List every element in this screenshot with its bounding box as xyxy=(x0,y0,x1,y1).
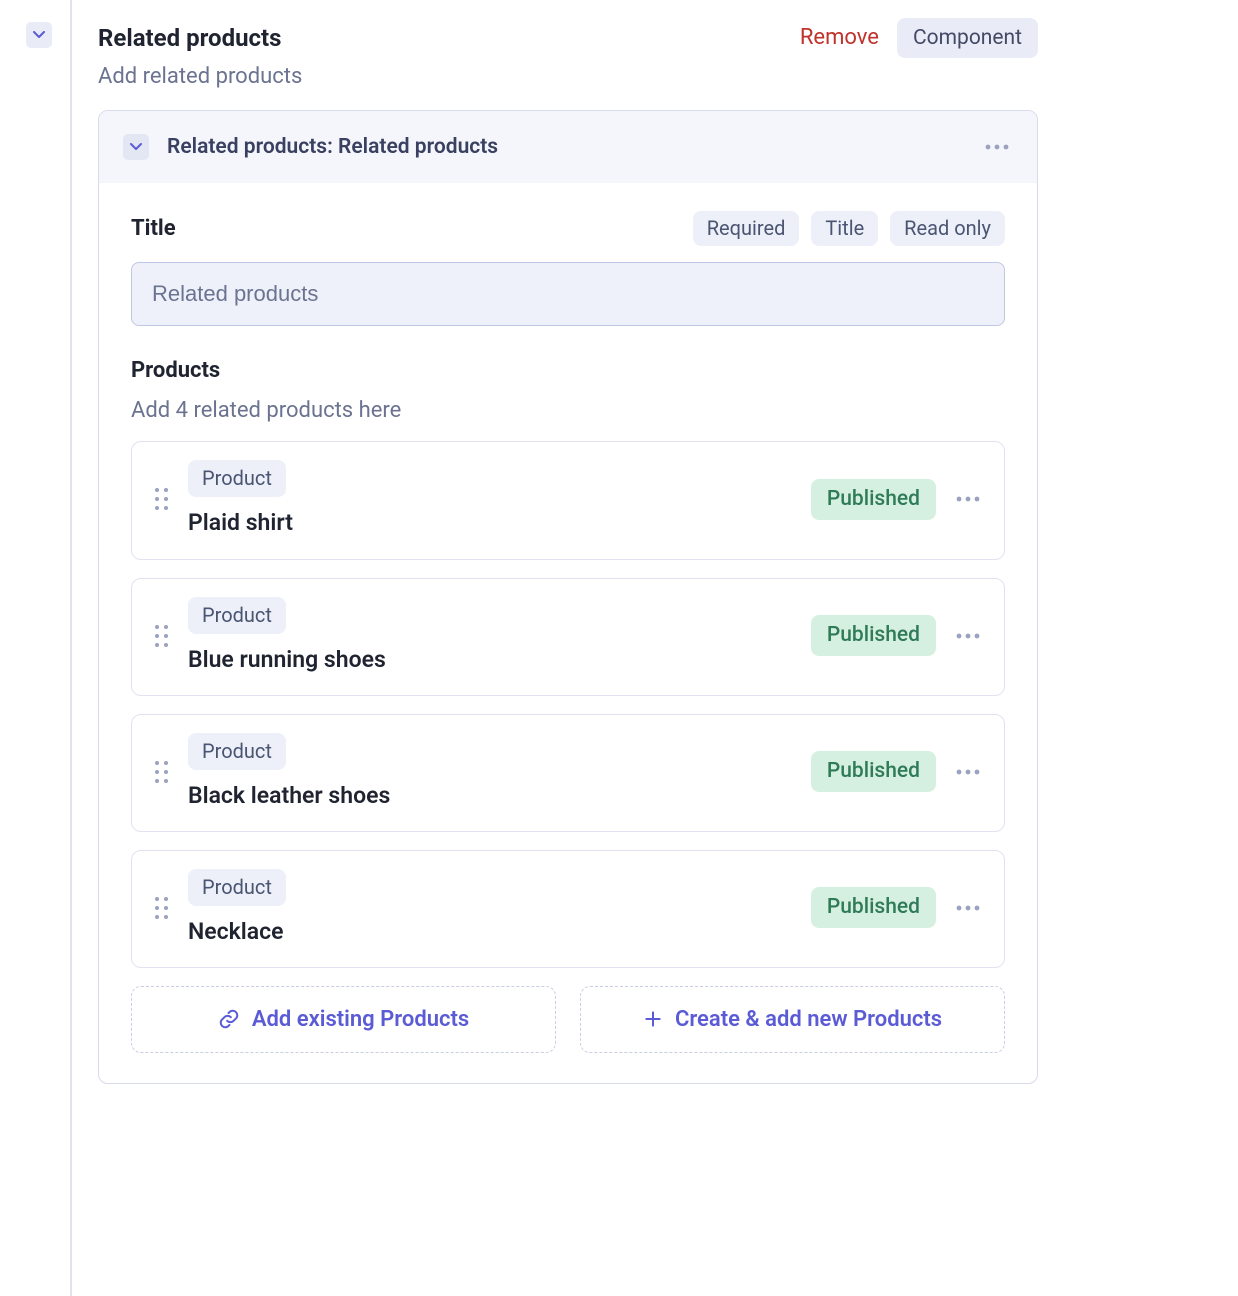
badge-required: Required xyxy=(693,211,800,246)
status-badge: Published xyxy=(811,887,936,927)
products-help: Add 4 related products here xyxy=(131,396,1005,426)
product-type-badge: Product xyxy=(188,460,286,497)
drag-handle-icon[interactable] xyxy=(152,758,170,786)
more-horizontal-icon xyxy=(956,769,980,775)
product-overflow-button[interactable] xyxy=(952,483,984,515)
panel-overflow-button[interactable] xyxy=(981,131,1013,163)
caret-down-icon xyxy=(130,143,142,151)
product-name: Blue running shoes xyxy=(188,644,793,675)
product-card[interactable]: Product Necklace Published xyxy=(131,850,1005,968)
title-field-label: Title xyxy=(131,214,176,244)
component-panel: Related products: Related products Title… xyxy=(98,110,1038,1084)
caret-down-icon xyxy=(33,31,45,39)
product-name: Necklace xyxy=(188,916,793,947)
product-card[interactable]: Product Black leather shoes Published xyxy=(131,714,1005,832)
product-card[interactable]: Product Plaid shirt Published xyxy=(131,441,1005,559)
collapse-section-button[interactable] xyxy=(26,22,52,48)
product-type-badge: Product xyxy=(188,869,286,906)
drag-handle-icon[interactable] xyxy=(152,622,170,650)
status-badge: Published xyxy=(811,615,936,655)
create-add-new-products-button[interactable]: Create & add new Products xyxy=(580,986,1005,1053)
more-horizontal-icon xyxy=(956,633,980,639)
status-badge: Published xyxy=(811,751,936,791)
product-overflow-button[interactable] xyxy=(952,620,984,652)
product-overflow-button[interactable] xyxy=(952,892,984,924)
section-subtitle: Add related products xyxy=(98,62,302,92)
plus-icon xyxy=(643,1009,663,1029)
create-add-new-products-label: Create & add new Products xyxy=(675,1007,942,1032)
products-label: Products xyxy=(131,356,1005,386)
component-badge: Component xyxy=(897,18,1038,58)
product-card[interactable]: Product Blue running shoes Published xyxy=(131,578,1005,696)
badge-readonly: Read only xyxy=(890,211,1005,246)
add-existing-products-button[interactable]: Add existing Products xyxy=(131,986,556,1053)
panel-title: Related products: Related products xyxy=(167,133,498,161)
product-name: Black leather shoes xyxy=(188,780,793,811)
remove-link[interactable]: Remove xyxy=(800,23,879,53)
product-type-badge: Product xyxy=(188,597,286,634)
drag-handle-icon[interactable] xyxy=(152,894,170,922)
collapse-panel-button[interactable] xyxy=(123,134,149,160)
product-overflow-button[interactable] xyxy=(952,756,984,788)
more-horizontal-icon xyxy=(985,144,1009,150)
drag-handle-icon[interactable] xyxy=(152,485,170,513)
more-horizontal-icon xyxy=(956,905,980,911)
link-icon xyxy=(218,1008,240,1030)
title-input xyxy=(131,262,1005,326)
product-name: Plaid shirt xyxy=(188,507,793,538)
outline-connector xyxy=(70,0,72,1296)
product-type-badge: Product xyxy=(188,733,286,770)
status-badge: Published xyxy=(811,479,936,519)
section-title: Related products xyxy=(98,22,302,54)
badge-title: Title xyxy=(811,211,878,246)
add-existing-products-label: Add existing Products xyxy=(252,1007,469,1032)
more-horizontal-icon xyxy=(956,496,980,502)
